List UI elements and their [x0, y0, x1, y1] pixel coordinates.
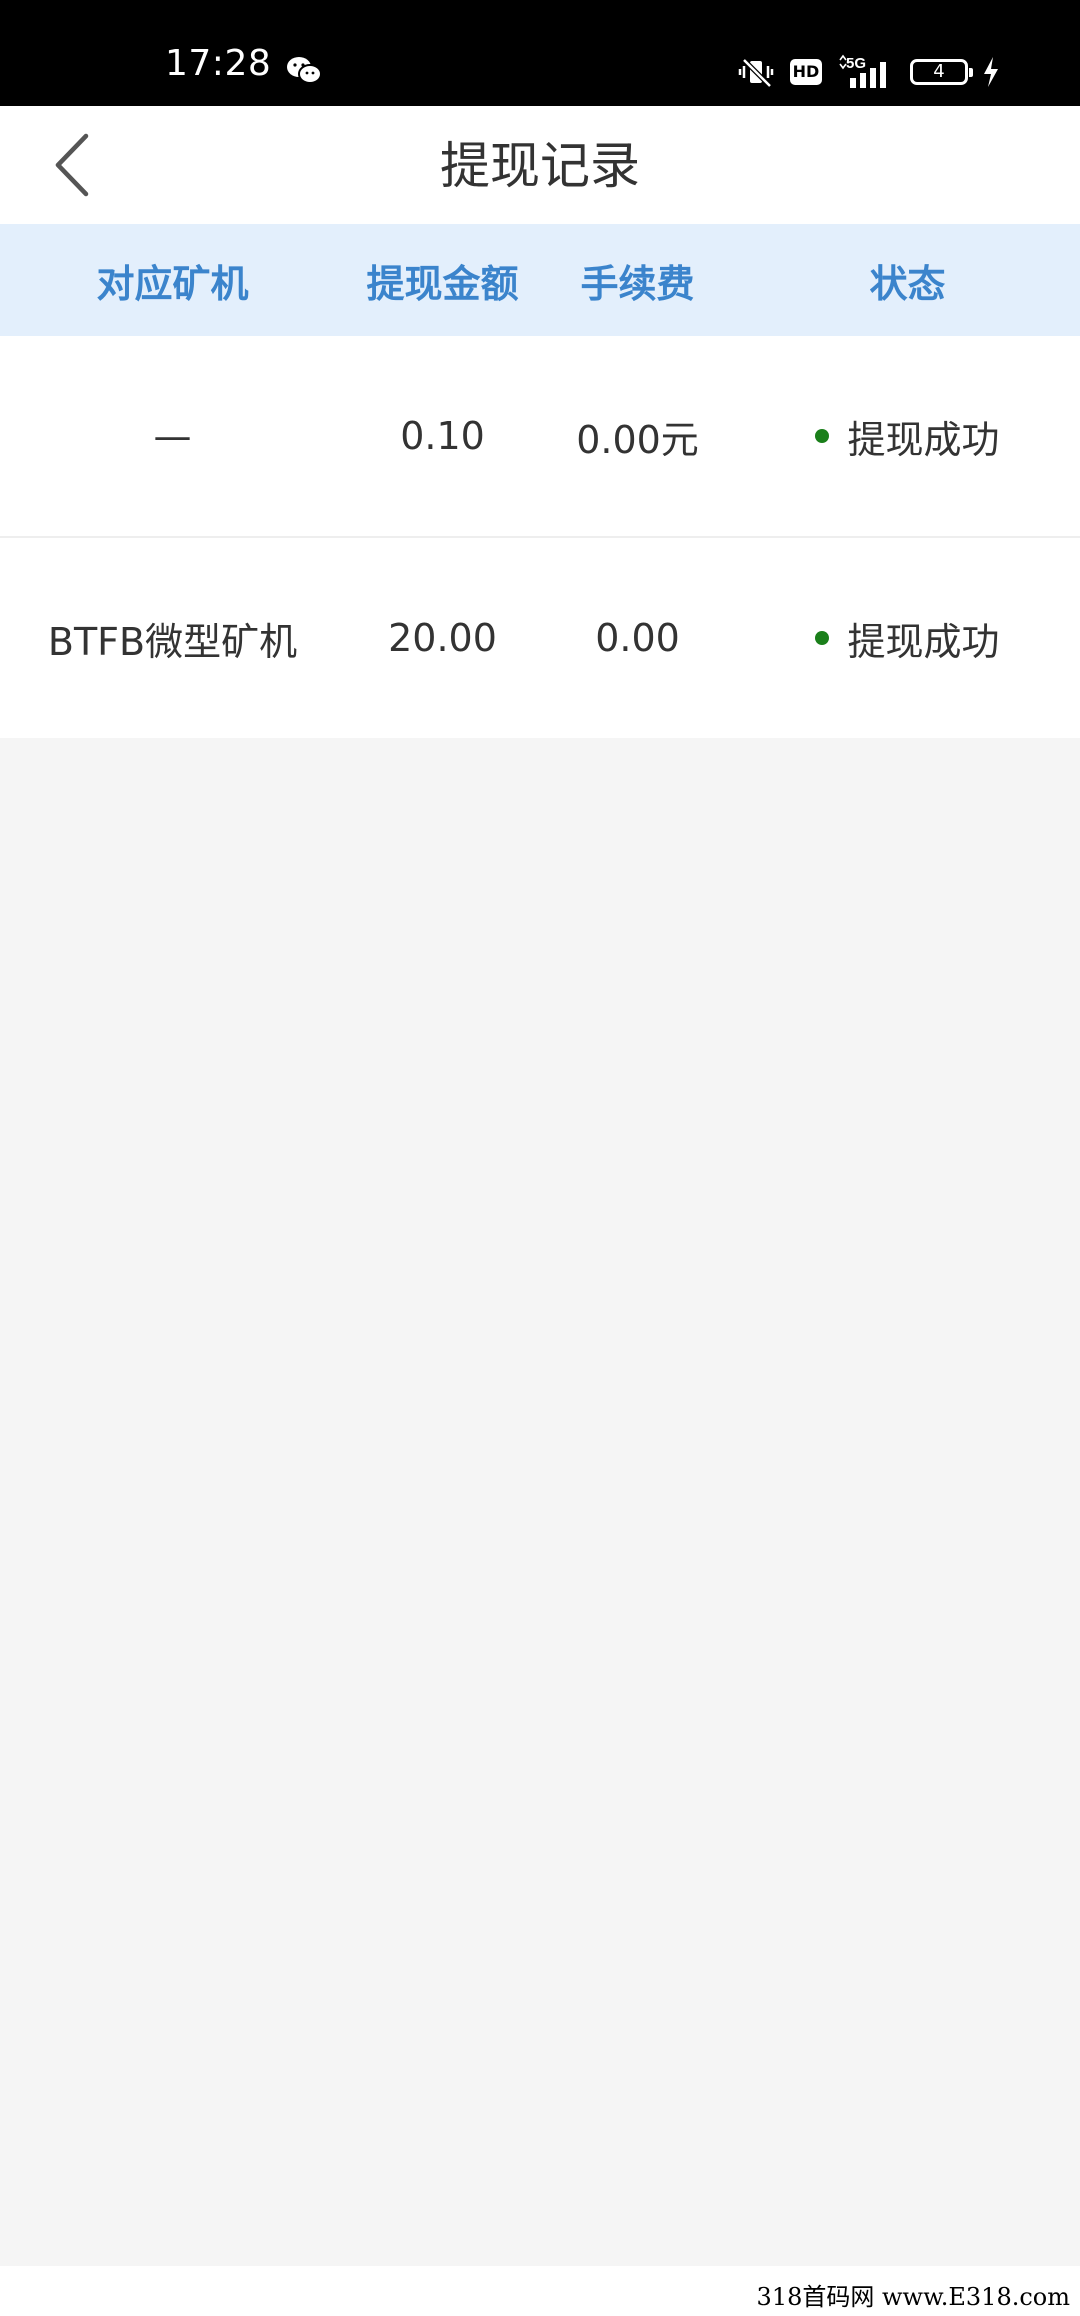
bottom-navigation: 318首码网 www.E318.com — [0, 2266, 1080, 2316]
cell-fee: 0.00 — [595, 616, 680, 660]
status-icons: HD 5G 4 — [736, 52, 1000, 92]
cell-status: 提现成功 — [735, 336, 1080, 536]
cell-machine: — — [153, 414, 192, 458]
battery-level: 4 — [933, 61, 945, 82]
signal-5g-icon: 5G — [839, 54, 886, 88]
status-dot-icon — [815, 631, 830, 645]
table-header: 对应矿机 提现金额 手续费 状态 — [0, 224, 1080, 336]
hd-badge: HD — [790, 59, 822, 85]
table-row[interactable]: BTFB微型矿机 20.00 0.00 提现成功 — [0, 538, 1080, 738]
table-row[interactable]: — 0.10 0.00元 提现成功 — [0, 336, 1080, 538]
charging-icon — [984, 57, 998, 87]
network-label: 5G — [846, 55, 866, 72]
navigation-bar: 提现记录 — [0, 106, 1080, 224]
status-text: 提现成功 — [847, 417, 1000, 462]
header-status: 状态 — [869, 261, 946, 306]
cell-machine: BTFB微型矿机 — [47, 619, 298, 664]
wechat-icon — [287, 57, 322, 84]
cell-status: 提现成功 — [735, 538, 1080, 738]
status-dot-icon — [815, 429, 830, 443]
watermark: 318首码网 www.E318.com — [756, 2283, 1070, 2311]
cell-fee: 0.00元 — [576, 417, 699, 462]
header-amount: 提现金额 — [366, 261, 519, 306]
battery-icon: 4 — [910, 59, 973, 85]
status-time: 17:28 — [165, 43, 272, 84]
header-fee: 手续费 — [580, 261, 695, 306]
page-title: 提现记录 — [440, 137, 640, 195]
header-machine: 对应矿机 — [96, 261, 249, 306]
status-text: 提现成功 — [847, 619, 1000, 664]
cell-amount: 0.10 — [400, 414, 485, 458]
vibrate-mute-icon — [738, 58, 774, 88]
cell-amount: 20.00 — [388, 616, 497, 660]
status-bar: 17:28 HD 5G 4 — [0, 0, 1080, 106]
